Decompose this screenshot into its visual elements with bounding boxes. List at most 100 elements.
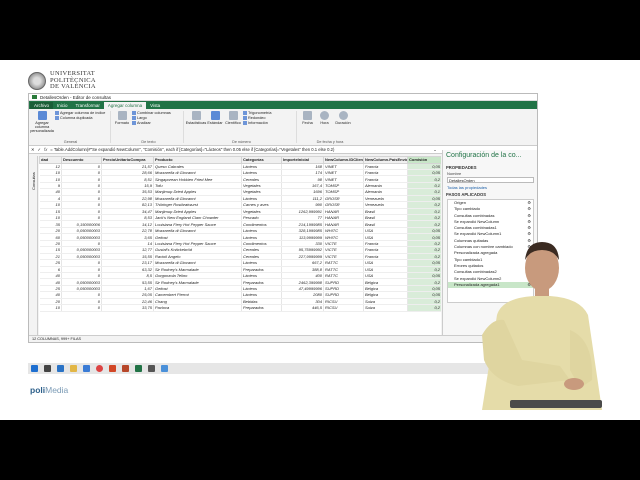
index-icon (55, 111, 59, 115)
queries-label: Consultas (31, 172, 36, 190)
group-from-text: Formato Combinar columnas Largo Analizar… (114, 111, 184, 144)
table-cell[interactable]: RICSU (323, 304, 364, 312)
app-icon[interactable] (148, 365, 155, 372)
properties-header[interactable]: PROPIEDADES (443, 164, 537, 171)
calendar-icon (303, 111, 312, 120)
rounding-icon (243, 116, 247, 120)
group-from-number: Estadísticas Estándar Científico Trigono… (186, 111, 297, 144)
sigma-icon (191, 111, 201, 120)
tab-inicio[interactable]: Inicio (53, 102, 72, 109)
length-button[interactable]: Largo (132, 116, 171, 120)
seal-icon (28, 72, 46, 90)
query-name-input[interactable]: DetallesOrden (447, 177, 534, 183)
window-title: DetallesOrden - Editor de consultas (40, 94, 112, 100)
presenter (482, 242, 602, 410)
length-icon (132, 116, 136, 120)
group-label-from-number: De número (232, 140, 251, 144)
table-cell[interactable]: 10 (39, 304, 62, 312)
table-cell[interactable]: 446,5 (281, 304, 324, 312)
applied-steps-header[interactable]: PASOS APLICADOS (443, 191, 537, 198)
ribbon: Agregar columna personalizada Agregar co… (29, 109, 537, 146)
stopwatch-icon (338, 111, 348, 120)
duplicate-column-button[interactable]: Columna duplicada (55, 116, 105, 120)
all-properties-link[interactable]: Todas las propiedades (443, 184, 537, 191)
windows-start-icon[interactable] (31, 365, 38, 372)
queries-collapsed-pane[interactable]: Consultas (29, 156, 38, 336)
group-general: Agregar columna personalizada Agregar co… (30, 111, 111, 144)
custom-column-icon (37, 111, 47, 120)
tab-transformar[interactable]: Transformar (72, 102, 104, 109)
date-button[interactable]: Fecha (300, 111, 315, 125)
trigonometry-button[interactable]: Trigonometría (243, 111, 272, 115)
upv-logo: UNIVERSITAT POLITÈCNICA DE VALÈNCIA (28, 70, 148, 92)
ie-icon[interactable] (57, 365, 64, 372)
exponent-icon (228, 111, 238, 120)
general-small-buttons: Agregar columna de índice Columna duplic… (55, 111, 105, 120)
media-icon[interactable] (161, 365, 168, 372)
number-small-buttons: Trigonometría Redondeo Información (243, 111, 272, 125)
table-cell[interactable]: 0 (61, 304, 102, 312)
info-icon (243, 121, 247, 125)
scientific-button[interactable]: Científico (225, 111, 241, 125)
name-label: Nombre (447, 171, 462, 176)
ribbon-tabs: Archivo Inicio Transformar Agregar colum… (29, 101, 537, 109)
information-button[interactable]: Información (243, 121, 272, 125)
duration-button[interactable]: Duración (334, 111, 352, 125)
table-row[interactable]: 10 0 33,75 Pavlova Preparados 446,5 RICSU Suiza… (39, 304, 441, 312)
task-view-icon[interactable] (44, 365, 51, 372)
acrobat-icon[interactable] (122, 365, 129, 372)
group-label-from-datetime: De fecha y hora (316, 140, 344, 144)
statistics-button[interactable]: Estadísticas (186, 111, 206, 125)
data-table: dad Descuento PrecioUnitarioCompra Producto… (39, 156, 441, 312)
excel-taskbar-icon[interactable] (135, 365, 142, 372)
standard-button[interactable]: Estándar (207, 111, 223, 125)
powerpoint-icon[interactable] (109, 365, 116, 372)
formula-input[interactable]: = Table.AddColumn(#"Se expandió NewColum… (50, 147, 430, 152)
store-icon[interactable] (83, 365, 90, 372)
accept-formula-icon[interactable]: ✓ (38, 147, 42, 152)
window-titlebar: DetallesOrden - Editor de consultas (29, 94, 537, 101)
group-label-general: General (63, 140, 78, 144)
data-grid: dad Descuento PrecioUnitarioCompra Producto… (39, 156, 441, 336)
table-cell[interactable]: Suiza (363, 304, 408, 312)
merge-columns-button[interactable]: Combinar columnas (132, 111, 171, 115)
analyze-icon (132, 121, 136, 125)
analyze-button[interactable]: Analizar (132, 121, 171, 125)
expand-formula-icon[interactable]: ⌄ (433, 147, 437, 152)
merge-icon (132, 111, 136, 115)
time-button[interactable]: Hora (317, 111, 332, 125)
column-header[interactable]: NewColumn.IDCliente (323, 156, 364, 164)
format-icon (117, 111, 127, 120)
rounding-button[interactable]: Redondeo (243, 116, 272, 120)
table-cell[interactable]: Preparados (241, 304, 282, 312)
format-button[interactable]: Formato (114, 111, 130, 125)
clock-icon (320, 111, 329, 120)
duplicate-icon (55, 116, 59, 120)
excel-icon (32, 95, 37, 99)
table-cell[interactable]: 0,2 (407, 304, 441, 312)
tab-agregar-columna[interactable]: Agregar columna (103, 102, 147, 109)
keyboard (510, 400, 602, 408)
polimedia-logo: poliMedia (30, 385, 69, 395)
table-cell[interactable]: 33,75 (101, 304, 154, 312)
tab-vista[interactable]: Vista (146, 102, 164, 109)
add-index-column-button[interactable]: Agregar columna de índice (55, 111, 105, 115)
fx-label: fx (44, 147, 48, 152)
cancel-formula-icon[interactable]: ✕ (31, 147, 35, 152)
standard-icon (210, 111, 220, 120)
logo-text: UNIVERSITAT POLITÈCNICA DE VALÈNCIA (50, 70, 96, 91)
group-label-from-text: De texto (141, 140, 156, 144)
group-from-datetime: Fecha Hora Duración De fecha y hora (300, 111, 360, 144)
folder-icon[interactable] (70, 365, 77, 372)
query-settings-title: Configuración de la co... (446, 152, 522, 159)
table-body: 12 0 21,57 Queso Cabrales Lácteos 168 VINET Fra… (39, 163, 441, 312)
tab-archivo[interactable]: Archivo (30, 102, 54, 109)
column-header[interactable]: NewColumn.PaísEnvío (363, 156, 408, 164)
slide: UNIVERSITAT POLITÈCNICA DE VALÈNCIA Deta… (0, 60, 640, 420)
status-counts: 12 COLUMNAS, 999+ FILAS (32, 337, 82, 341)
trig-icon (243, 111, 247, 115)
chrome-icon[interactable] (96, 365, 103, 372)
table-cell[interactable]: Pavlova (153, 304, 242, 312)
text-small-buttons: Combinar columnas Largo Analizar (132, 111, 171, 125)
add-custom-column-button[interactable]: Agregar columna personalizada (30, 111, 54, 133)
